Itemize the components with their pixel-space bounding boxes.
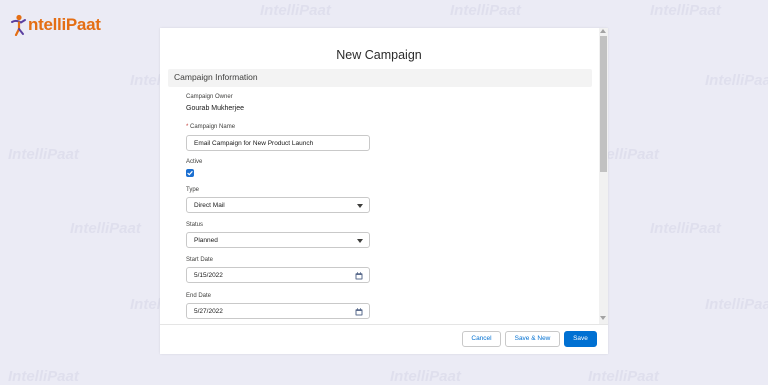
scrollbar[interactable] — [599, 28, 608, 324]
watermark: IntelliPaat — [650, 220, 721, 237]
start-date-label: Start Date — [186, 257, 214, 263]
status-value: Planned — [194, 237, 218, 244]
new-campaign-modal: New Campaign Campaign Information Campai… — [160, 28, 608, 354]
watermark: IntelliPaat — [705, 72, 768, 89]
start-date-value: 5/15/2022 — [194, 272, 223, 279]
chevron-down-icon — [357, 204, 363, 208]
active-label: Active — [186, 159, 203, 165]
scroll-down-arrow-icon[interactable] — [600, 316, 606, 320]
type-select[interactable]: Direct Mail — [186, 197, 370, 213]
campaign-owner-value: Gourab Mukherjee — [186, 105, 244, 112]
required-marker: * — [186, 124, 189, 130]
cancel-button[interactable]: Cancel — [462, 331, 501, 347]
watermark: IntelliPaat — [390, 368, 461, 385]
campaign-name-label: * Campaign Name — [186, 124, 235, 130]
end-date-input[interactable]: 5/27/2022 — [186, 303, 370, 319]
watermark: IntelliPaat — [450, 2, 521, 19]
watermark: IntelliPaat — [705, 296, 768, 313]
watermark: IntelliPaat — [588, 368, 659, 385]
calendar-icon[interactable] — [355, 308, 363, 316]
status-label: Status — [186, 222, 204, 228]
save-and-new-button[interactable]: Save & New — [505, 331, 560, 347]
end-date-value: 5/27/2022 — [194, 308, 223, 315]
logo-text: ntelliPaat — [28, 15, 101, 34]
logo-figure-icon — [11, 14, 26, 36]
watermark: IntelliPaat — [8, 368, 79, 385]
type-label: Type — [186, 187, 200, 193]
chevron-down-icon — [357, 239, 363, 243]
status-select[interactable]: Planned — [186, 232, 370, 248]
watermark: IntelliPaat — [70, 220, 141, 237]
modal-title: New Campaign — [336, 48, 422, 62]
check-icon — [187, 170, 193, 176]
section-title: Campaign Information — [174, 72, 258, 82]
watermark: IntelliPaat — [260, 2, 331, 19]
scroll-up-arrow-icon[interactable] — [600, 29, 606, 33]
watermark: IntelliPaat — [8, 146, 79, 163]
campaign-name-input[interactable]: Email Campaign for New Product Launch — [186, 135, 370, 151]
start-date-input[interactable]: 5/15/2022 — [186, 267, 370, 283]
type-value: Direct Mail — [194, 202, 225, 209]
end-date-label: End Date — [186, 293, 212, 299]
scroll-thumb[interactable] — [600, 36, 607, 172]
campaign-owner-label: Campaign Owner — [186, 94, 233, 100]
watermark: IntelliPaat — [650, 2, 721, 19]
brand-logo: ntelliPaat — [10, 14, 101, 36]
modal-footer: Cancel Save & New Save — [160, 324, 608, 354]
campaign-name-label-text: Campaign Name — [190, 124, 236, 130]
campaign-name-value: Email Campaign for New Product Launch — [194, 140, 314, 147]
calendar-icon[interactable] — [355, 272, 363, 280]
save-button[interactable]: Save — [564, 331, 597, 347]
active-checkbox[interactable] — [186, 169, 194, 177]
section-header[interactable]: Campaign Information — [168, 69, 592, 87]
